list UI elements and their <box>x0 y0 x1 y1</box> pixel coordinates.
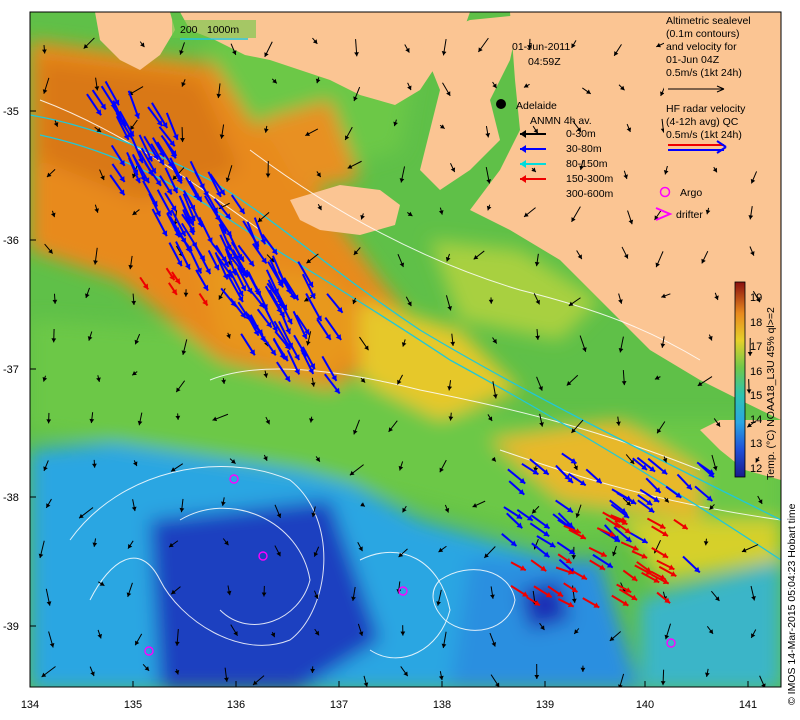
contour-label-1000: 1000m <box>207 24 239 36</box>
colorbar-tick: 12 <box>750 463 762 475</box>
adelaide-marker <box>496 99 506 109</box>
altimetry-legend-line: Altimetric sealevel <box>666 15 751 27</box>
altimetry-legend-line: (0.1m contours) <box>666 28 740 40</box>
y-tick-label: -35 <box>3 106 19 118</box>
anmn-legend-item: 0-30m <box>566 128 596 140</box>
y-tick-label: -37 <box>3 364 19 376</box>
anmn-legend-item: 30-80m <box>566 143 602 155</box>
argo-legend-label: Argo <box>680 187 702 199</box>
place-label-adelaide: Adelaide <box>516 100 557 112</box>
colorbar-tick: 16 <box>750 366 762 378</box>
anmn-legend-item: 80-150m <box>566 158 608 170</box>
drifter-legend-label: drifter <box>676 209 703 221</box>
x-tick-label: 141 <box>739 699 757 711</box>
x-tick-label: 136 <box>227 699 245 711</box>
x-tick-label: 134 <box>21 699 39 711</box>
colorbar-tick: 19 <box>750 292 762 304</box>
map-time: 04:59Z <box>528 56 561 68</box>
colorbar-tick: 13 <box>750 438 762 450</box>
altimetry-legend-line: 01-Jun 04Z <box>666 54 720 66</box>
anmn-legend-item: 150-300m <box>566 173 614 185</box>
x-tick-label: 139 <box>536 699 554 711</box>
colorbar-tick: 15 <box>750 390 762 402</box>
contour-label-200: 200 <box>180 24 198 36</box>
x-tick-label: 135 <box>124 699 142 711</box>
colorbar-tick: 17 <box>750 341 762 353</box>
colorbar-tick: 14 <box>750 414 762 426</box>
y-tick-label: -39 <box>3 621 19 633</box>
x-tick-label: 138 <box>433 699 451 711</box>
hf-legend-line: (4-12h avg) QC <box>666 116 739 128</box>
sst-map: -35 -36 -37 -38 -39 134 135 136 137 138 … <box>3 11 798 711</box>
anmn-legend-item: 300-600m <box>566 188 614 200</box>
hf-legend-line: HF radar velocity <box>666 103 746 115</box>
colorbar-label: Temp. (°C) NOAA18_L3U 45% ql>=2 <box>765 307 777 480</box>
map-date: 01-Jun-2011 <box>512 41 570 53</box>
altimetry-legend-line: and velocity for <box>666 41 737 53</box>
credit-text: © IMOS 14-Mar-2015 05:04:23 Hobart time <box>786 503 798 705</box>
colorbar-tick: 18 <box>750 317 762 329</box>
contour-legend: 200 1000m <box>172 20 256 40</box>
y-tick-label: -38 <box>3 492 19 504</box>
anmn-legend-title: ANMN 4h av. <box>530 115 592 127</box>
x-tick-label: 140 <box>636 699 654 711</box>
altimetry-legend-line: 0.5m/s (1kt 24h) <box>666 67 742 79</box>
y-tick-label: -36 <box>3 235 19 247</box>
x-tick-label: 137 <box>330 699 348 711</box>
altimetry-legend: Altimetric sealevel (0.1m contours) and … <box>664 14 778 166</box>
hf-legend-line: 0.5m/s (1kt 24h) <box>666 129 742 141</box>
